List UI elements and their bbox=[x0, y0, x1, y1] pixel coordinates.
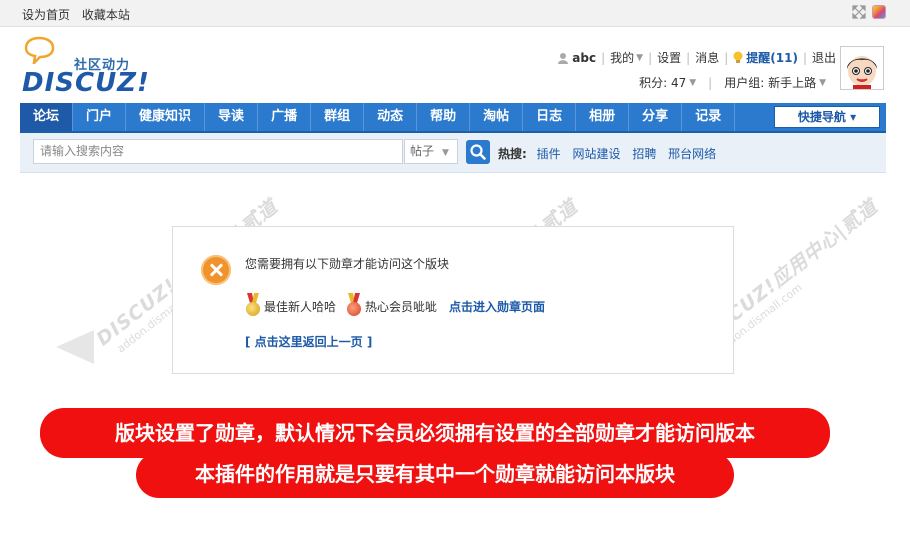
search-input[interactable]: 请输入搜索内容 bbox=[33, 139, 403, 164]
nav-item-portal[interactable]: 门户 bbox=[73, 103, 127, 131]
hot-keyword[interactable]: 邢台网络 bbox=[668, 147, 716, 161]
divider: | bbox=[708, 75, 713, 90]
error-icon bbox=[201, 255, 231, 285]
medal-icon bbox=[346, 293, 362, 319]
required-medals: 最佳新人哈哈 热心会员呲呲 点击进入勋章页面 bbox=[245, 293, 545, 319]
username[interactable]: abc bbox=[572, 51, 596, 65]
divider: | bbox=[802, 50, 807, 65]
expand-icon[interactable] bbox=[852, 5, 866, 19]
back-link[interactable]: [ 点击这里返回上一页 ] bbox=[245, 333, 372, 350]
annotation-banner: 版块设置了勋章，默认情况下会员必须拥有设置的全部勋章才能访问版本 bbox=[40, 408, 830, 458]
bookmark-link[interactable]: 收藏本站 bbox=[82, 8, 130, 22]
chevron-down-icon: ▼ bbox=[636, 52, 644, 63]
divider: | bbox=[601, 50, 606, 65]
quick-nav-button[interactable]: 快捷导航 ▾ bbox=[774, 106, 880, 128]
annotation-banner: 本插件的作用就是只要有其中一个勋章就能访问本版块 bbox=[136, 452, 734, 498]
medal-icon bbox=[245, 293, 261, 319]
avatar[interactable] bbox=[840, 46, 884, 90]
nav-item-broadcast[interactable]: 广播 bbox=[258, 103, 312, 131]
chevron-down-icon: ▼ bbox=[442, 148, 449, 158]
nav-item-help[interactable]: 帮助 bbox=[417, 103, 471, 131]
speech-bubble-icon bbox=[24, 36, 55, 64]
site-logo[interactable]: 社区动力 DISCUZ! bbox=[20, 36, 150, 98]
divider: | bbox=[648, 50, 653, 65]
top-bar: 设为首页 收藏本站 bbox=[0, 0, 910, 27]
set-home-link[interactable]: 设为首页 bbox=[22, 8, 70, 22]
message-text: 您需要拥有以下勋章才能访问这个版块 bbox=[245, 257, 450, 271]
nav-item-feed[interactable]: 动态 bbox=[364, 103, 418, 131]
search-button[interactable] bbox=[466, 140, 490, 164]
settings-link[interactable]: 设置 bbox=[657, 49, 681, 66]
message-box: 您需要拥有以下勋章才能访问这个版块 最佳新人哈哈 热心会员呲呲 点击进入勋章页面… bbox=[172, 226, 734, 374]
nav-item-share[interactable]: 分享 bbox=[629, 103, 683, 131]
hot-keyword[interactable]: 招聘 bbox=[632, 147, 656, 161]
points-menu[interactable]: 积分: 47 bbox=[639, 74, 686, 91]
nav-item-guide[interactable]: 导读 bbox=[205, 103, 259, 131]
logo-brand: DISCUZ! bbox=[22, 68, 150, 98]
medal-name: 热心会员呲呲 bbox=[365, 299, 438, 314]
search-icon bbox=[470, 144, 486, 160]
search-bar: 请输入搜索内容 帖子 ▼ 热搜: 插件 网站建设 招聘 邢台网络 bbox=[20, 133, 886, 173]
user-stats: 积分: 47 ▼ | 用户组: 新手上路 ▼ bbox=[639, 74, 826, 91]
lightbulb-icon bbox=[733, 51, 743, 63]
nav-item-collections[interactable]: 淘帖 bbox=[470, 103, 524, 131]
hot-search-label: 热搜: bbox=[498, 147, 527, 161]
chevron-down-icon: ▼ bbox=[689, 77, 697, 88]
user-icon bbox=[558, 52, 569, 64]
nav-item-health[interactable]: 健康知识 bbox=[126, 103, 206, 131]
divider: | bbox=[686, 50, 691, 65]
nav-item-blog[interactable]: 日志 bbox=[523, 103, 577, 131]
chevron-down-icon: ▼ bbox=[819, 77, 826, 88]
hot-keyword[interactable]: 网站建设 bbox=[572, 147, 620, 161]
logout-link[interactable]: 退出 bbox=[812, 49, 836, 66]
nav-item-records[interactable]: 记录 bbox=[682, 103, 736, 131]
hot-search: 热搜: 插件 网站建设 招聘 邢台网络 bbox=[498, 145, 724, 162]
messages-link[interactable]: 消息 bbox=[695, 49, 719, 66]
user-group-menu[interactable]: 用户组: 新手上路 bbox=[724, 74, 816, 91]
remind-link[interactable]: 提醒(11) bbox=[746, 49, 798, 66]
nav-item-groups[interactable]: 群组 bbox=[311, 103, 365, 131]
nav-item-album[interactable]: 相册 bbox=[576, 103, 630, 131]
divider: | bbox=[724, 50, 729, 65]
nav-item-forum[interactable]: 论坛 bbox=[20, 103, 74, 131]
user-bar: abc | 我的 ▼ | 设置 | 消息 | 提醒(11) | 退出 bbox=[557, 49, 836, 66]
main-nav: 论坛 门户 健康知识 导读 广播 群组 动态 帮助 淘帖 日志 相册 分享 记录… bbox=[20, 103, 886, 133]
search-type-select[interactable]: 帖子 ▼ bbox=[404, 139, 458, 164]
my-menu[interactable]: 我的 bbox=[610, 49, 634, 66]
watermark-url: addon.dismall.com bbox=[714, 280, 805, 356]
medal-name: 最佳新人哈哈 bbox=[264, 299, 337, 314]
search-type-value: 帖子 bbox=[410, 144, 435, 158]
medal-page-link[interactable]: 点击进入勋章页面 bbox=[449, 298, 545, 315]
watermark-arrow-icon bbox=[56, 330, 94, 364]
color-palette-icon[interactable] bbox=[872, 5, 886, 19]
hot-keyword[interactable]: 插件 bbox=[537, 147, 561, 161]
